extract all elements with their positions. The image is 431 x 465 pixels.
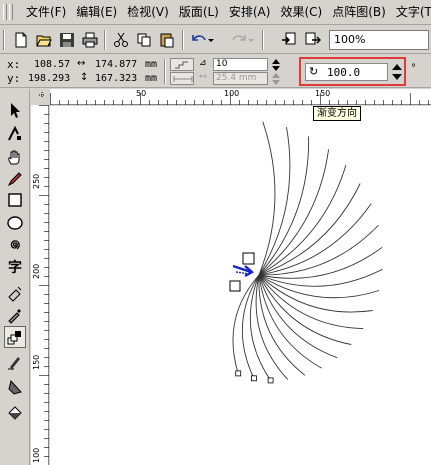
menu-bitmaps[interactable]: 点阵图(B) bbox=[328, 0, 392, 25]
horizontal-ruler[interactable]: 50 100 150 bbox=[50, 89, 431, 105]
open-icon[interactable] bbox=[33, 29, 55, 51]
blend-direction-value: 100.0 bbox=[327, 66, 361, 79]
spacing-spinner bbox=[271, 72, 281, 85]
pan-hand-tool-icon[interactable] bbox=[4, 146, 26, 168]
new-icon[interactable] bbox=[10, 29, 32, 51]
menu-grip-2 bbox=[9, 4, 13, 20]
print-icon[interactable] bbox=[79, 29, 101, 51]
menu-arrange[interactable]: 安排(A) bbox=[225, 0, 277, 25]
toolbar-separator bbox=[104, 30, 106, 50]
svg-text:字: 字 bbox=[8, 259, 22, 275]
blend-steps-field[interactable]: 10 bbox=[213, 58, 268, 71]
x-position-field[interactable]: 108.57 bbox=[34, 59, 70, 70]
steps-spinner[interactable] bbox=[271, 58, 281, 71]
menu-text[interactable]: 文字(T) bbox=[392, 0, 431, 25]
menu-edit[interactable]: 编辑(E) bbox=[72, 0, 123, 25]
redo-dropdown-icon bbox=[246, 29, 256, 51]
blend-drawing bbox=[229, 121, 383, 384]
shape-tool-icon[interactable] bbox=[4, 123, 26, 145]
blend-curve bbox=[258, 121, 276, 276]
hruler-label-150: 150 bbox=[315, 89, 331, 98]
menu-bar: 文件(F) 编辑(E) 检视(V) 版面(L) 安排(A) 效果(C) 点阵图(… bbox=[0, 0, 431, 25]
menu-effects[interactable]: 效果(C) bbox=[276, 0, 328, 25]
menu-items: 文件(F) 编辑(E) 检视(V) 版面(L) 安排(A) 效果(C) 点阵图(… bbox=[22, 0, 431, 25]
rectangle-tool-icon[interactable] bbox=[4, 189, 26, 211]
hruler-label-100: 100 bbox=[224, 89, 240, 98]
vertical-ruler[interactable]: 250 200 150 100 bbox=[31, 105, 49, 465]
spacing-icon: ↤ bbox=[199, 72, 207, 82]
spiral-tool-icon[interactable] bbox=[4, 234, 26, 256]
width-unit: mm bbox=[145, 59, 158, 70]
copy-icon[interactable] bbox=[133, 29, 155, 51]
blend-curve bbox=[258, 274, 306, 376]
blend-curve bbox=[258, 274, 352, 345]
toolbar-grip bbox=[3, 30, 5, 50]
steps-icon: ⊿ bbox=[199, 58, 207, 68]
toolbox: 字 bbox=[0, 89, 30, 465]
menu-grip bbox=[3, 4, 7, 20]
undo-dropdown-icon[interactable] bbox=[206, 29, 216, 51]
menu-file[interactable]: 文件(F) bbox=[22, 0, 72, 25]
blend-direction-tooltip: 渐变方向 bbox=[313, 106, 361, 121]
y-label: y: bbox=[7, 72, 21, 85]
save-icon[interactable] bbox=[56, 29, 78, 51]
blend-node bbox=[250, 375, 257, 382]
blend-start-handle bbox=[229, 280, 241, 292]
height-field[interactable]: 167.323 bbox=[95, 73, 137, 84]
toolbar-separator-2 bbox=[182, 30, 184, 50]
blend-direction-field[interactable]: ↻ 100.0 bbox=[305, 63, 388, 81]
import-icon[interactable] bbox=[278, 29, 300, 51]
vertical-ruler-ticks bbox=[39, 105, 49, 457]
blend-steps-mode-icon[interactable] bbox=[170, 58, 194, 71]
interactive-blend-tool-icon[interactable] bbox=[4, 326, 26, 348]
pick-tool-icon[interactable] bbox=[4, 99, 26, 121]
ellipse-tool-icon[interactable] bbox=[4, 212, 26, 234]
height-unit: mm bbox=[145, 73, 158, 84]
y-position-field[interactable]: 198.293 bbox=[28, 73, 70, 84]
blend-direction-spinner[interactable] bbox=[391, 62, 403, 82]
standard-toolbar: 100% bbox=[0, 26, 431, 54]
blend-curve bbox=[258, 274, 322, 369]
width-field[interactable]: 174.877 bbox=[95, 59, 137, 70]
degree-sign: ° bbox=[411, 63, 416, 74]
blend-spacing-field: 25.4 mm bbox=[213, 72, 268, 85]
zoom-value: 100% bbox=[334, 33, 366, 46]
bucket-fill-icon[interactable] bbox=[4, 402, 26, 424]
height-arrow-icon: ↕ bbox=[80, 72, 89, 83]
export-icon[interactable] bbox=[302, 29, 324, 51]
blend-node bbox=[267, 377, 274, 384]
menu-view[interactable]: 检视(V) bbox=[123, 0, 175, 25]
rotate-direction-icon: ↻ bbox=[309, 65, 319, 78]
blend-node bbox=[235, 370, 242, 377]
text-tool-icon[interactable]: 字 bbox=[4, 255, 26, 277]
eyedropper-tool-icon[interactable] bbox=[4, 304, 26, 326]
interactive-fill-tool-icon[interactable] bbox=[4, 282, 26, 304]
propbar-separator bbox=[164, 59, 166, 84]
ruler-origin-corner[interactable] bbox=[31, 89, 50, 105]
blend-spacing-mode-icon[interactable] bbox=[170, 72, 194, 85]
horizontal-ruler-ticks bbox=[50, 93, 429, 105]
vruler-label-150: 150 bbox=[32, 354, 41, 370]
vruler-label-100: 100 bbox=[32, 447, 41, 463]
x-label: x: bbox=[7, 58, 21, 71]
outline-pen-tool-icon[interactable] bbox=[4, 351, 26, 373]
blend-direction-highlight: ↻ 100.0 bbox=[299, 57, 406, 86]
menu-layout[interactable]: 版面(L) bbox=[175, 0, 225, 25]
paste-icon[interactable] bbox=[156, 29, 178, 51]
blend-end-handle bbox=[242, 252, 255, 265]
freehand-tool-icon[interactable] bbox=[4, 168, 26, 190]
width-arrow-icon: ↔ bbox=[77, 58, 86, 69]
zoom-level-select[interactable]: 100% bbox=[329, 30, 429, 50]
drawing-canvas[interactable] bbox=[50, 106, 431, 465]
vruler-label-200: 200 bbox=[32, 263, 41, 279]
toolbar-separator-3 bbox=[262, 30, 264, 50]
blend-curve bbox=[258, 274, 364, 330]
hruler-label-50: 50 bbox=[136, 89, 147, 98]
vruler-label-250: 250 bbox=[32, 173, 41, 189]
fill-tool-icon[interactable] bbox=[4, 376, 26, 398]
cut-icon[interactable] bbox=[110, 29, 132, 51]
